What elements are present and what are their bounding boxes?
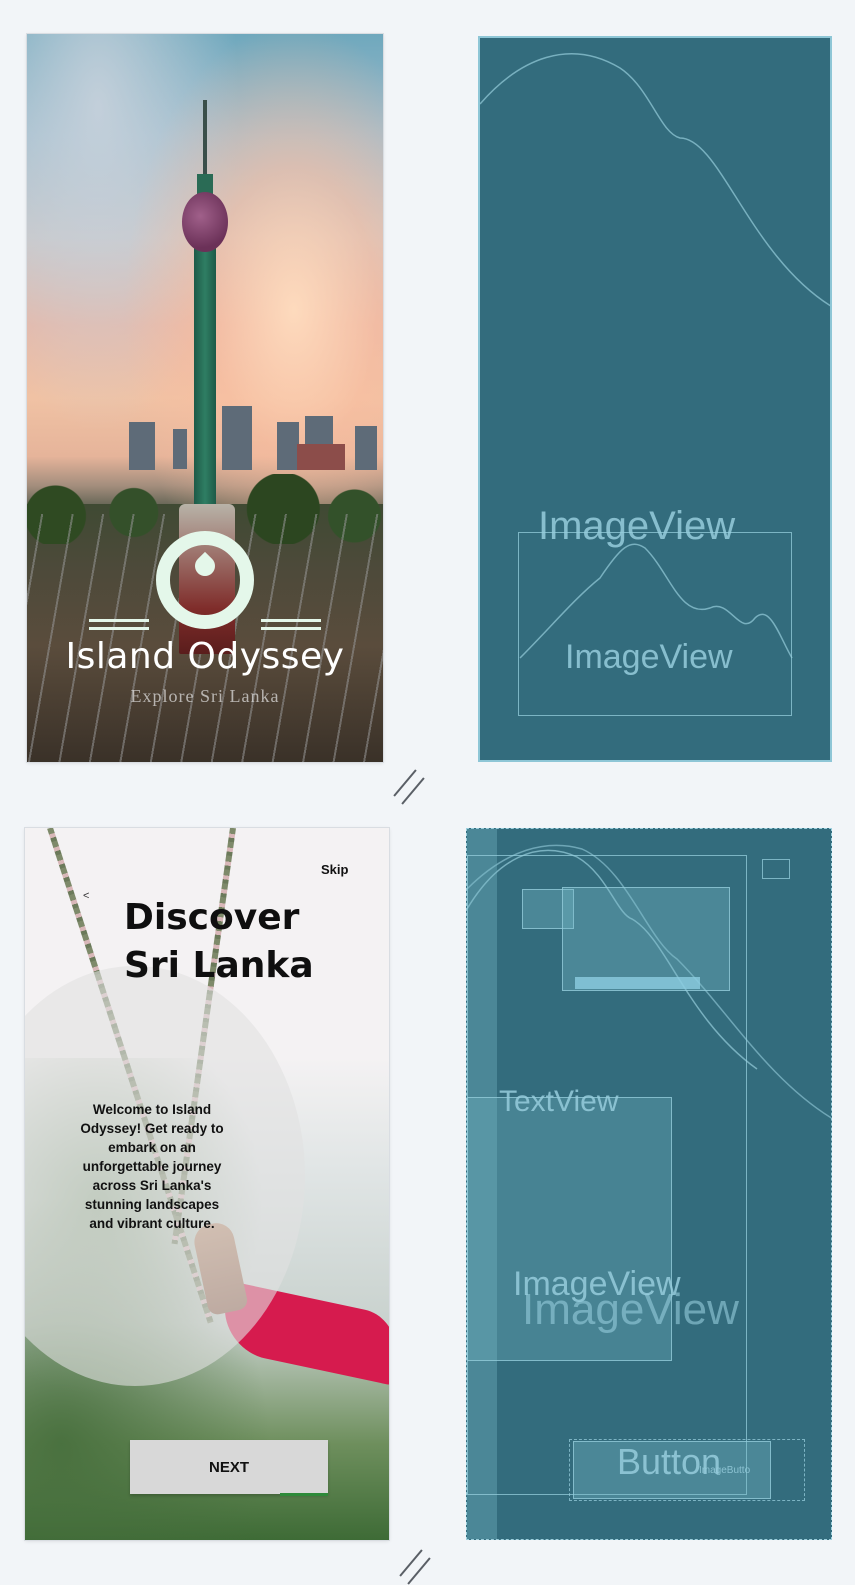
building — [129, 422, 155, 470]
imagebutton-label: ImageButto — [699, 1465, 751, 1476]
textview-label: TextView — [499, 1085, 619, 1118]
skip-button[interactable]: Skip — [321, 862, 348, 877]
title-textview-box[interactable] — [562, 887, 730, 991]
splash-screen-design: Island Odyssey Explore Sri Lanka — [27, 34, 383, 762]
onboarding-screen-design: < Skip Discover Sri Lanka Welcome to Isl… — [25, 828, 389, 1540]
building — [277, 422, 299, 470]
building — [297, 444, 345, 470]
skip-textview-box[interactable] — [762, 859, 790, 879]
title-underline — [575, 977, 700, 989]
imageview-label: ImageView — [522, 1285, 739, 1334]
logo-line-right — [261, 627, 321, 630]
building — [222, 406, 252, 470]
page-title: Discover Sri Lanka — [124, 894, 314, 990]
logo-ring-icon — [156, 531, 254, 629]
back-icon[interactable]: < — [83, 890, 89, 902]
building — [173, 429, 187, 469]
resize-handle-icon[interactable] — [393, 769, 417, 797]
page-title-line: Discover — [124, 897, 300, 938]
logo-line-right — [261, 619, 321, 622]
building — [355, 426, 377, 470]
logo-line-left — [89, 627, 149, 630]
tower-bulb — [182, 192, 228, 252]
resize-handle-icon[interactable] — [399, 1549, 423, 1577]
lotus-tower — [194, 214, 216, 504]
page-title-line: Sri Lanka — [124, 945, 314, 986]
logo-imageview-box[interactable] — [518, 532, 792, 716]
logo-line-left — [89, 619, 149, 622]
next-button[interactable]: NEXT — [130, 1440, 328, 1496]
app-subtitle: Explore Sri Lanka — [130, 686, 280, 706]
welcome-text: Welcome to Island Odyssey! Get ready to … — [80, 1102, 224, 1231]
button-label: Button — [617, 1441, 722, 1482]
splash-blueprint: ImageView ImageView — [478, 36, 832, 762]
app-title: Island Odyssey — [65, 636, 345, 677]
tower-spire — [203, 100, 207, 180]
onboarding-blueprint: TextView ImageView ImageView Button Imag… — [466, 828, 832, 1540]
logo-imageview-label: ImageView — [565, 638, 733, 676]
